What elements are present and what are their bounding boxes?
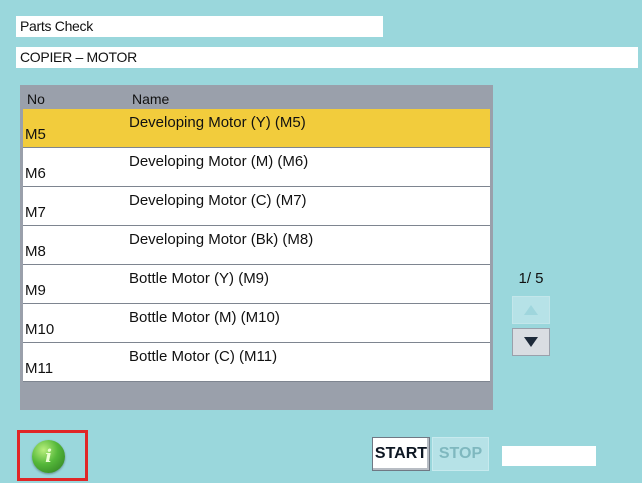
row-name: Bottle Motor (C) (M11) [129,348,278,365]
stop-button[interactable]: STOP [432,437,489,471]
table-row-m9[interactable]: M9 Bottle Motor (Y) (M9) [23,265,490,304]
column-header-name: Name [132,91,170,107]
row-name: Developing Motor (M) (M6) [129,153,309,170]
page-down-button[interactable] [512,328,550,356]
row-no: M5 [25,126,46,143]
row-name: Bottle Motor (M) (M10) [129,309,280,326]
table-row-m5[interactable]: M5 Developing Motor (Y) (M5) [23,109,490,148]
row-name: Bottle Motor (Y) (M9) [129,270,270,287]
row-name: Developing Motor (Y) (M5) [129,114,306,131]
parts-table: No Name M5 Developing Motor (Y) (M5) M6 … [20,85,493,410]
page-title: Parts Check [16,16,383,37]
row-no: M8 [25,243,46,260]
info-button[interactable]: i [32,440,65,473]
row-name: Developing Motor (C) (M7) [129,192,307,209]
arrow-up-icon [524,305,538,315]
table-header: No Name [23,88,490,108]
arrow-down-icon [524,337,538,347]
table-row-m11[interactable]: M11 Bottle Motor (C) (M11) [23,343,490,382]
row-no: M7 [25,204,46,221]
page-up-button[interactable] [512,296,550,324]
row-no: M9 [25,282,46,299]
table-row-m10[interactable]: M10 Bottle Motor (M) (M10) [23,304,490,343]
row-name: Developing Motor (Bk) (M8) [129,231,314,248]
info-highlight-frame: i [17,430,88,481]
row-no: M6 [25,165,46,182]
start-button[interactable]: START [372,437,430,471]
table-row-m6[interactable]: M6 Developing Motor (M) (M6) [23,148,490,187]
status-display [502,446,596,466]
page-indicator: 1/ 5 [518,270,544,287]
table-row-m7[interactable]: M7 Developing Motor (C) (M7) [23,187,490,226]
table-row-m8[interactable]: M8 Developing Motor (Bk) (M8) [23,226,490,265]
table-rows: M5 Developing Motor (Y) (M5) M6 Developi… [23,109,490,382]
row-no: M10 [25,321,55,338]
column-header-no: No [27,91,45,107]
info-icon: i [45,445,52,467]
row-no: M11 [25,360,54,377]
category-label: COPIER – MOTOR [16,47,638,68]
